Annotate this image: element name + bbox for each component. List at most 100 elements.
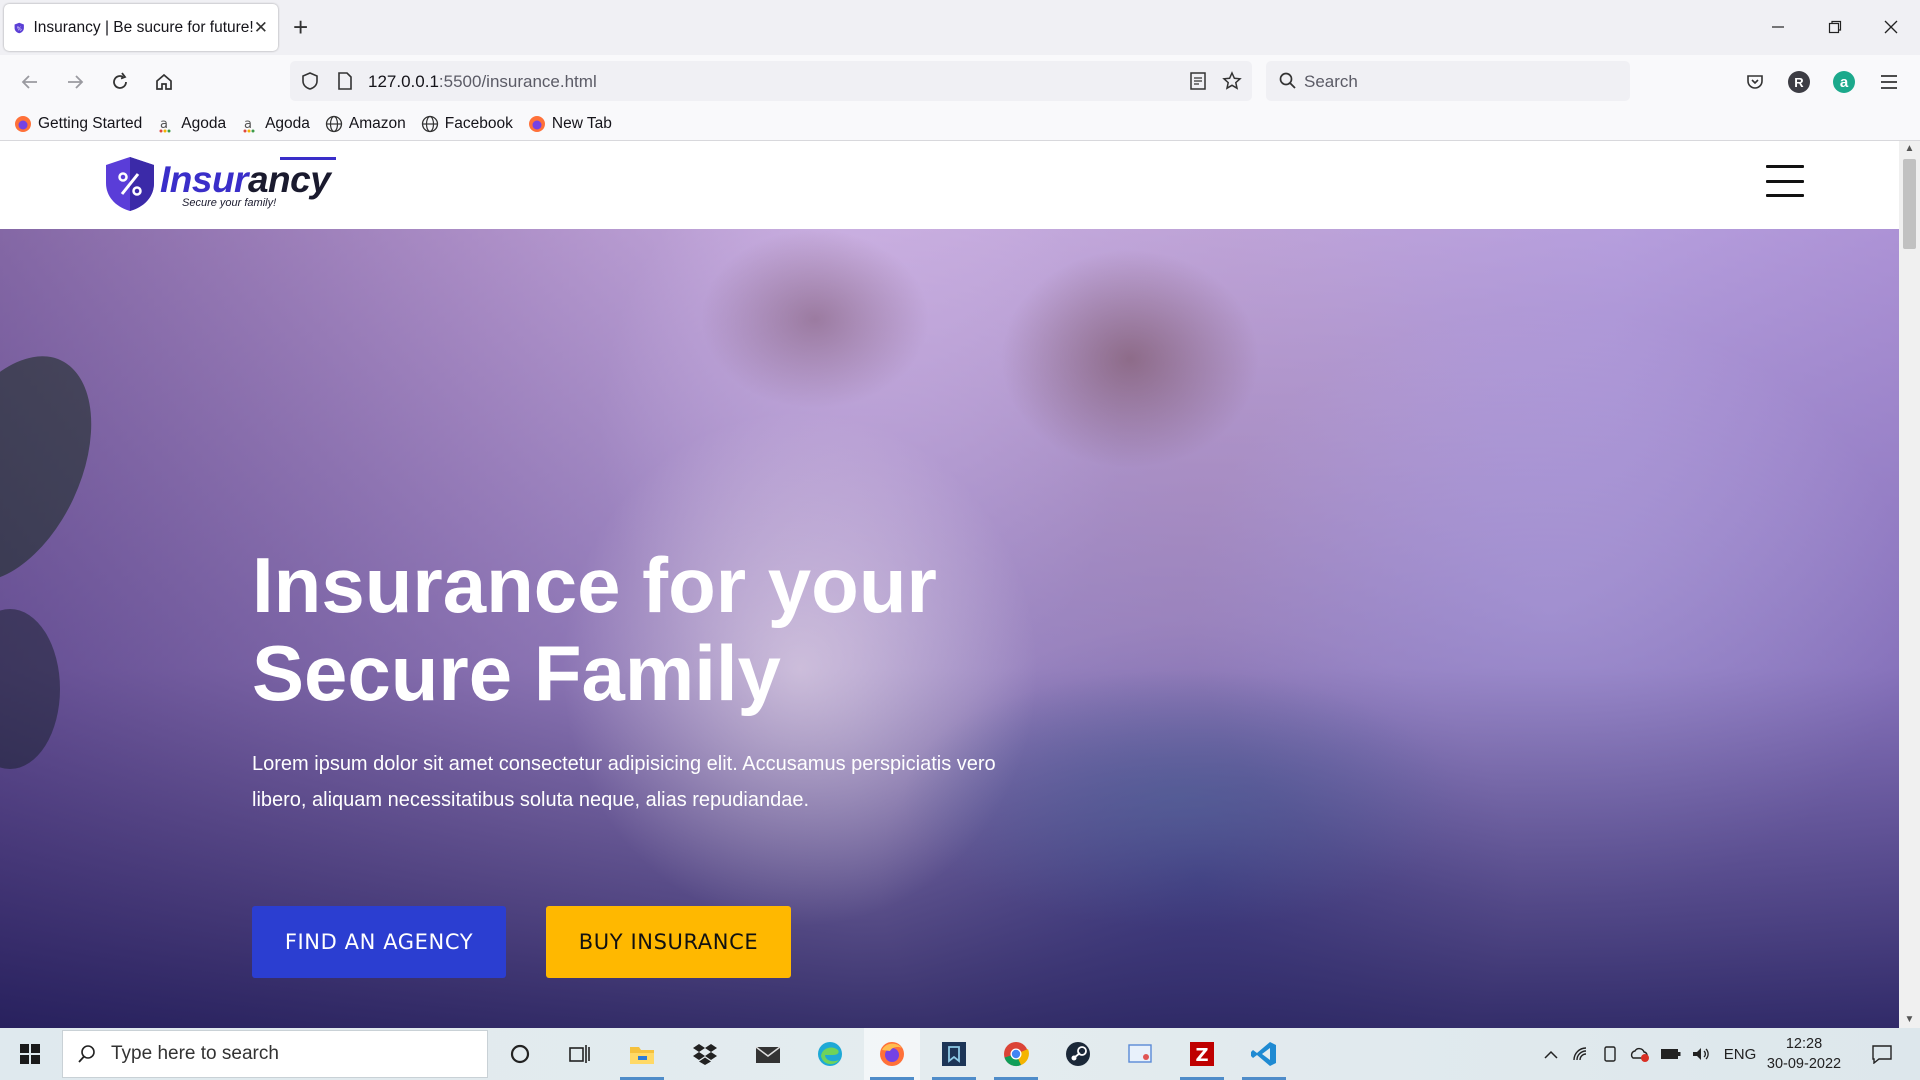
windows-taskbar: Type here to search Z ENG 12:28 30-09-20…	[0, 1028, 1920, 1080]
bookmark-getting-started[interactable]: Getting Started	[14, 115, 142, 133]
tray-overflow-chevron-icon[interactable]	[1538, 1028, 1564, 1080]
page-scrollbar[interactable]: ▲ ▼	[1899, 141, 1920, 1028]
app-menu-icon[interactable]	[1874, 67, 1904, 97]
notification-center-icon[interactable]	[1862, 1028, 1902, 1080]
bookmark-label: Amazon	[348, 114, 406, 132]
firefox-icon	[15, 115, 31, 132]
phone-link-icon[interactable]	[1597, 1028, 1623, 1080]
account-avatar[interactable]: R	[1784, 67, 1814, 97]
pocket-icon[interactable]	[1740, 67, 1770, 97]
bookmark-agoda-2[interactable]: a Agoda	[241, 115, 310, 133]
photo-hair-shape	[700, 229, 930, 409]
language-indicator[interactable]: ENG	[1720, 1028, 1760, 1080]
task-view-icon[interactable]	[552, 1028, 608, 1080]
tab-title: Insurancy | Be sucure for future!	[33, 18, 254, 36]
logo-wordmark-a: Insur	[160, 159, 248, 200]
snipping-tool-icon[interactable]	[1112, 1028, 1168, 1080]
url-text[interactable]: 127.0.0.1:5500/insurance.html	[368, 72, 597, 92]
shield-logo-icon	[106, 157, 154, 211]
bookmark-star-icon[interactable]	[1222, 71, 1242, 91]
logo-tagline: Secure your family!	[182, 197, 277, 209]
bookmark-new-tab[interactable]: New Tab	[528, 115, 612, 133]
edge-icon[interactable]	[802, 1028, 858, 1080]
wifi-icon[interactable]	[1568, 1028, 1594, 1080]
hero-title-line1: Insurance for your	[252, 541, 937, 629]
volume-icon[interactable]	[1688, 1028, 1714, 1080]
filezilla-icon[interactable]: Z	[1174, 1028, 1230, 1080]
onedrive-error-icon[interactable]	[1627, 1028, 1653, 1080]
url-host: 127.0.0.1	[368, 72, 439, 91]
taskbar-search-placeholder: Type here to search	[111, 1043, 279, 1064]
back-arrow-icon[interactable]	[15, 67, 45, 97]
scroll-down-arrow-icon[interactable]: ▼	[1899, 1012, 1920, 1028]
tracking-shield-icon[interactable]	[300, 71, 320, 91]
plant-leaf-shape	[0, 609, 60, 769]
buy-insurance-button[interactable]: BUY INSURANCE	[546, 906, 791, 978]
page-info-icon[interactable]	[336, 71, 354, 91]
browser-tab-strip: % Insurancy | Be sucure for future! ✕ +	[0, 0, 1920, 55]
reader-view-icon[interactable]	[1188, 71, 1208, 91]
chrome-icon[interactable]	[988, 1028, 1044, 1080]
profile-initial: R	[1788, 71, 1810, 93]
scrollbar-thumb[interactable]	[1903, 159, 1916, 249]
taskbar-clock[interactable]: 12:28 30-09-2022	[1764, 1034, 1844, 1074]
bookmark-label: New Tab	[551, 114, 612, 132]
clock-date: 30-09-2022	[1766, 1056, 1842, 1072]
search-icon	[1279, 72, 1296, 89]
bookmarks-toolbar: Getting Started a Agoda a Agoda Amazon F…	[0, 107, 1920, 141]
forward-arrow-icon[interactable]	[60, 67, 90, 97]
bookmark-label: Getting Started	[38, 114, 143, 132]
photo-hair-shape	[1000, 249, 1260, 469]
bookmark-agoda-1[interactable]: a Agoda	[157, 115, 226, 133]
dropbox-icon[interactable]	[677, 1028, 733, 1080]
hero-section: Insurance for your Secure Family Lorem i…	[0, 229, 1899, 1028]
globe-icon	[421, 115, 438, 132]
extension-avatar[interactable]: a	[1829, 67, 1859, 97]
windows-start-icon[interactable]	[0, 1028, 60, 1080]
bookmark-facebook[interactable]: Facebook	[421, 115, 513, 133]
bookmark-label: Agoda	[265, 114, 310, 132]
site-logo[interactable]: Insurancy Secure your family!	[104, 153, 344, 215]
shield-favicon-icon: %	[14, 22, 24, 33]
hero-title-line2: Secure Family	[252, 629, 781, 717]
url-bar[interactable]: 127.0.0.1:5500/insurance.html	[290, 61, 1252, 101]
firefox-icon[interactable]	[864, 1028, 920, 1080]
search-placeholder: Search	[1304, 72, 1358, 91]
logo-wordmark: Insurancy	[160, 159, 331, 201]
cortana-icon[interactable]	[492, 1028, 548, 1080]
hero-title: Insurance for your Secure Family	[252, 541, 1072, 717]
window-close-icon[interactable]	[1868, 10, 1914, 44]
scroll-up-arrow-icon[interactable]: ▲	[1899, 141, 1920, 157]
search-bar[interactable]: Search	[1266, 61, 1630, 101]
browser-tab-active[interactable]: % Insurancy | Be sucure for future! ✕	[4, 4, 278, 51]
bookmark-label: Agoda	[181, 114, 227, 132]
logo-wordmark-b: ancy	[247, 159, 331, 200]
file-explorer-icon[interactable]	[614, 1028, 670, 1080]
extension-initial: a	[1833, 71, 1855, 93]
home-icon[interactable]	[149, 67, 179, 97]
new-tab-plus-icon[interactable]: +	[293, 12, 308, 42]
browser-nav-toolbar: 127.0.0.1:5500/insurance.html Search R a	[0, 55, 1920, 107]
agoda-icon: a	[159, 117, 171, 132]
page-viewport: Insurancy Secure your family! Insurance …	[0, 141, 1920, 1028]
svg-text:%: %	[17, 26, 22, 32]
search-icon	[78, 1045, 95, 1063]
svg-text:Z: Z	[1195, 1045, 1208, 1066]
battery-icon[interactable]	[1657, 1028, 1685, 1080]
steam-icon[interactable]	[1050, 1028, 1106, 1080]
globe-icon	[325, 115, 343, 132]
window-restore-icon[interactable]	[1812, 10, 1858, 44]
mail-icon[interactable]	[740, 1028, 796, 1080]
vscode-icon[interactable]	[1236, 1028, 1292, 1080]
url-path: :5500/insurance.html	[438, 72, 597, 91]
kindle-icon[interactable]	[926, 1028, 982, 1080]
tab-close-icon[interactable]: ✕	[254, 18, 268, 38]
hamburger-menu-icon[interactable]	[1766, 165, 1804, 197]
taskbar-search-box[interactable]: Type here to search	[62, 1030, 488, 1078]
site-header: Insurancy Secure your family!	[0, 141, 1899, 229]
bookmark-amazon[interactable]: Amazon	[325, 115, 406, 133]
find-agency-button[interactable]: FIND AN AGENCY	[252, 906, 506, 978]
firefox-icon	[528, 115, 545, 132]
reload-icon[interactable]	[105, 67, 135, 97]
window-minimize-icon[interactable]	[1755, 10, 1801, 44]
